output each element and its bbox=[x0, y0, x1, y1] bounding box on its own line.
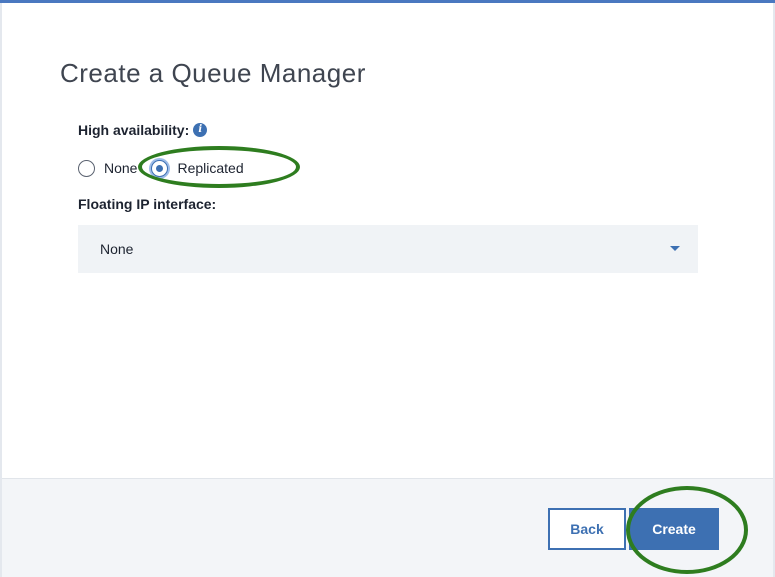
floating-ip-label: Floating IP interface: bbox=[78, 196, 217, 212]
info-icon[interactable]: i bbox=[193, 123, 208, 137]
caret-down-icon bbox=[670, 246, 680, 251]
floating-ip-select-value: None bbox=[100, 241, 134, 257]
high-availability-label-text: High availability: bbox=[78, 122, 190, 138]
radio-replicated[interactable]: Replicated bbox=[151, 159, 244, 177]
dialog-title: Create a Queue Manager bbox=[60, 58, 366, 88]
radio-none-label: None bbox=[104, 160, 138, 176]
create-button[interactable]: Create bbox=[629, 508, 719, 550]
back-button[interactable]: Back bbox=[548, 508, 626, 550]
radio-none-circle[interactable] bbox=[78, 159, 95, 177]
create-queue-manager-dialog: Create a Queue Manager High availability… bbox=[0, 0, 775, 577]
high-availability-radio-group: None Replicated bbox=[78, 158, 244, 178]
radio-replicated-label: Replicated bbox=[177, 160, 244, 176]
radio-replicated-circle[interactable] bbox=[151, 159, 169, 177]
dialog-top-border bbox=[0, 0, 775, 3]
floating-ip-select[interactable]: None bbox=[78, 225, 698, 273]
high-availability-label: High availability: i bbox=[78, 122, 208, 138]
radio-none[interactable]: None bbox=[78, 159, 138, 177]
